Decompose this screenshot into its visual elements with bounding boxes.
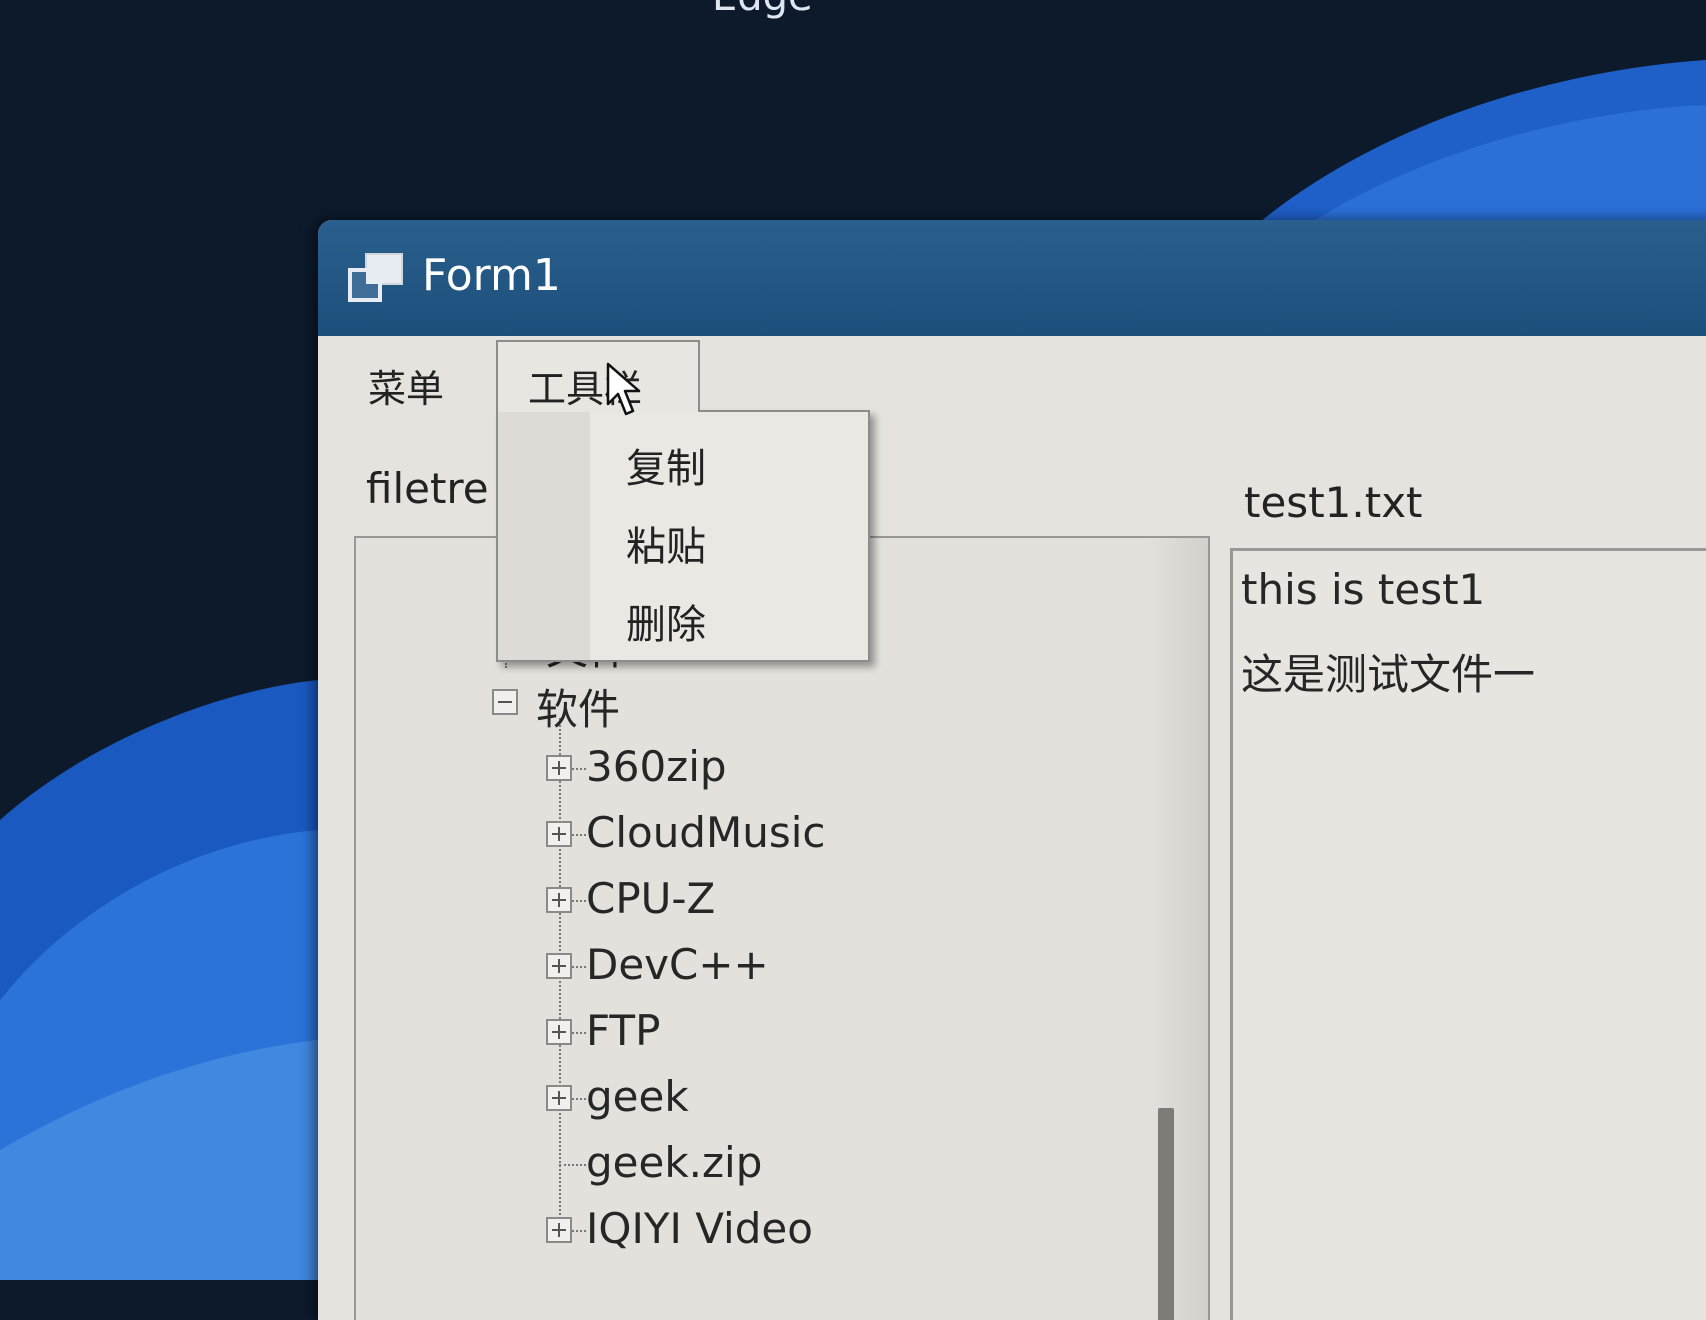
- tree-scrollbar-thumb[interactable]: [1158, 1108, 1174, 1320]
- tree-node-label: geek.zip: [586, 1138, 763, 1187]
- tree-scrollbar-track: [1148, 538, 1208, 1320]
- tree-node-label: CloudMusic: [586, 808, 826, 857]
- file-name-label: test1.txt: [1244, 478, 1423, 527]
- tree-node-label: CPU-Z: [586, 874, 716, 923]
- tree-node-label: 软件: [536, 685, 621, 734]
- expand-icon[interactable]: [546, 755, 572, 781]
- text-line: this is test1: [1241, 565, 1486, 614]
- collapse-icon[interactable]: [492, 689, 518, 715]
- dropdown-item-delete[interactable]: 删除: [626, 592, 706, 650]
- expand-icon[interactable]: [546, 953, 572, 979]
- tree-connector: [572, 966, 586, 968]
- tree-connector: [572, 1230, 586, 1232]
- tree-node-label: IQIYI Video: [586, 1204, 813, 1253]
- dropdown-icon-gutter: [498, 412, 590, 660]
- tree-connector: [559, 1164, 586, 1166]
- text-line: 这是测试文件一: [1241, 650, 1536, 699]
- filetree-label: filetre: [366, 464, 489, 513]
- form1-window: Form1 菜单 工具栏 复制 粘贴 删除 filetre test1.txt …: [318, 220, 1706, 1320]
- tree-connector: [572, 1098, 586, 1100]
- menu-item-toolbar[interactable]: 工具栏: [496, 340, 700, 412]
- tree-node-label: 360zip: [586, 742, 727, 791]
- dropdown-item-copy[interactable]: 复制: [626, 436, 706, 494]
- mouse-cursor-icon: [606, 362, 641, 416]
- menu-item-menu[interactable]: 菜单: [368, 358, 444, 413]
- tree-node-label: geek: [586, 1072, 689, 1121]
- title-bar: Form1: [318, 220, 1706, 336]
- tree-connector: [572, 900, 586, 902]
- window-app-icon: [348, 253, 403, 302]
- dropdown-item-paste[interactable]: 粘贴: [626, 514, 706, 572]
- toolbar-dropdown-menu: 复制 粘贴 删除: [496, 410, 870, 662]
- expand-icon[interactable]: [546, 1019, 572, 1045]
- expand-icon[interactable]: [546, 1085, 572, 1111]
- expand-icon[interactable]: [546, 887, 572, 913]
- tree-connector: [572, 834, 586, 836]
- desktop-app-label: Edge: [712, 0, 813, 20]
- tree-node-label: FTP: [586, 1006, 661, 1055]
- tree-connector: [572, 768, 586, 770]
- expand-icon[interactable]: [546, 1217, 572, 1243]
- window-title: Form1: [422, 250, 561, 301]
- tree-node-label: DevC++: [586, 940, 769, 989]
- expand-icon[interactable]: [546, 821, 572, 847]
- file-content-textbox[interactable]: this is test1 这是测试文件一: [1230, 548, 1706, 1320]
- tree-connector: [572, 1032, 586, 1034]
